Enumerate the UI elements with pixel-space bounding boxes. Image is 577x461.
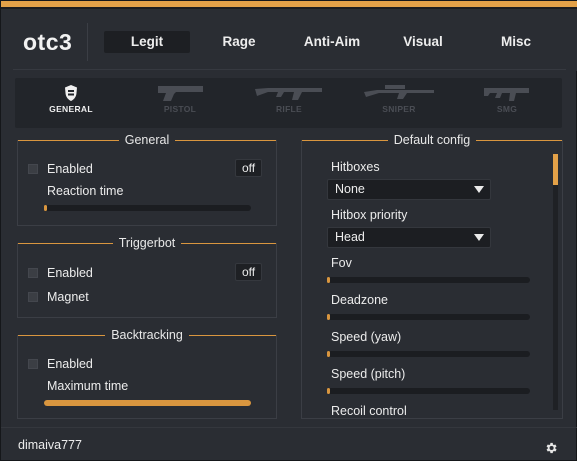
reaction-time-fill (44, 205, 47, 211)
accent-bar (1, 1, 577, 9)
general-enabled-checkbox[interactable] (28, 164, 38, 174)
logo-divider (87, 23, 88, 61)
shield-icon (65, 85, 77, 101)
reaction-time-label: Reaction time (47, 184, 124, 198)
group-title-backtracking: Backtracking (18, 327, 276, 343)
general-group: General Enabled off Reaction time (17, 133, 277, 226)
general-enabled-keybind[interactable]: off (235, 159, 263, 177)
footer-divider (1, 427, 577, 428)
weapon-tab-sniper[interactable]: SNIPER (359, 84, 439, 124)
reaction-time-slider[interactable] (44, 205, 251, 211)
speed-pitch-fill (327, 388, 330, 394)
dropdown-arrow-icon (474, 186, 484, 193)
maximum-time-slider[interactable] (44, 400, 251, 406)
weapon-label-general: GENERAL (49, 104, 93, 114)
maximum-time-fill (44, 400, 251, 406)
header: otc3 Legit Rage Anti-Aim Visual Misc (1, 9, 577, 71)
weapon-selector: GENERAL PISTOL RIFLE SNIPER SMG (15, 78, 562, 128)
gear-icon[interactable] (544, 441, 558, 455)
magnet-checkbox[interactable] (28, 292, 38, 302)
dropdown-arrow-icon (474, 234, 484, 241)
fov-fill (327, 277, 330, 283)
speed-yaw-slider[interactable] (327, 351, 530, 357)
speed-pitch-label: Speed (pitch) (331, 367, 406, 381)
group-title-default-config: Default config (302, 132, 562, 148)
config-scrollbar[interactable] (553, 154, 558, 410)
triggerbot-group: Triggerbot Enabled off Magnet (17, 236, 277, 318)
tab-misc[interactable]: Misc (485, 31, 547, 53)
triggerbot-enabled-keybind[interactable]: off (235, 263, 263, 281)
tab-anti-aim[interactable]: Anti-Aim (293, 31, 371, 53)
header-divider (13, 69, 566, 70)
hitbox-priority-value: Head (335, 230, 365, 244)
hitbox-priority-dropdown[interactable]: Head (327, 227, 491, 248)
tab-rage[interactable]: Rage (206, 31, 272, 53)
weapon-label-pistol: PISTOL (163, 104, 197, 114)
maximum-time-label: Maximum time (47, 379, 129, 393)
weapon-tab-rifle[interactable]: RIFLE (249, 84, 329, 124)
backtracking-enabled-checkbox[interactable] (28, 359, 38, 369)
deadzone-slider[interactable] (327, 314, 530, 320)
group-title-triggerbot: Triggerbot (18, 235, 276, 251)
magnet-label: Magnet (47, 290, 89, 304)
main-window: otc3 Legit Rage Anti-Aim Visual Misc GEN… (0, 0, 577, 461)
speed-yaw-fill (327, 351, 330, 357)
fov-label: Fov (331, 256, 352, 270)
default-config-group: Default config Hitboxes None Hitbox prio… (301, 133, 563, 419)
username: dimaiva777 (18, 438, 82, 452)
recoil-control-label: Recoil control (331, 404, 407, 418)
group-title-general: General (18, 132, 276, 148)
tab-visual[interactable]: Visual (391, 31, 455, 53)
hitbox-priority-label: Hitbox priority (331, 208, 408, 222)
sniper-icon (364, 85, 434, 99)
fov-slider[interactable] (327, 277, 530, 283)
weapon-tab-general[interactable]: GENERAL (31, 84, 111, 124)
backtracking-enabled-label: Enabled (47, 357, 93, 371)
config-scrollbar-thumb[interactable] (553, 154, 558, 185)
weapon-label-sniper: SNIPER (382, 104, 416, 114)
weapon-tab-pistol[interactable]: PISTOL (140, 84, 220, 124)
hitboxes-value: None (335, 182, 365, 196)
pistol-icon (158, 86, 203, 101)
rifle-icon (255, 88, 322, 100)
weapon-tab-smg[interactable]: SMG (467, 84, 547, 124)
tab-legit[interactable]: Legit (104, 31, 190, 53)
backtracking-group: Backtracking Enabled Maximum time (17, 328, 277, 419)
deadzone-label: Deadzone (331, 293, 388, 307)
weapon-label-smg: SMG (496, 104, 518, 114)
speed-pitch-slider[interactable] (327, 388, 530, 394)
weapon-label-rifle: RIFLE (275, 104, 303, 114)
smg-icon (484, 88, 529, 101)
app-logo: otc3 (23, 29, 73, 55)
hitboxes-label: Hitboxes (331, 160, 380, 174)
hitboxes-dropdown[interactable]: None (327, 179, 491, 200)
speed-yaw-label: Speed (yaw) (331, 330, 402, 344)
deadzone-fill (327, 314, 330, 320)
triggerbot-enabled-checkbox[interactable] (28, 268, 38, 278)
general-enabled-label: Enabled (47, 162, 93, 176)
triggerbot-enabled-label: Enabled (47, 266, 93, 280)
